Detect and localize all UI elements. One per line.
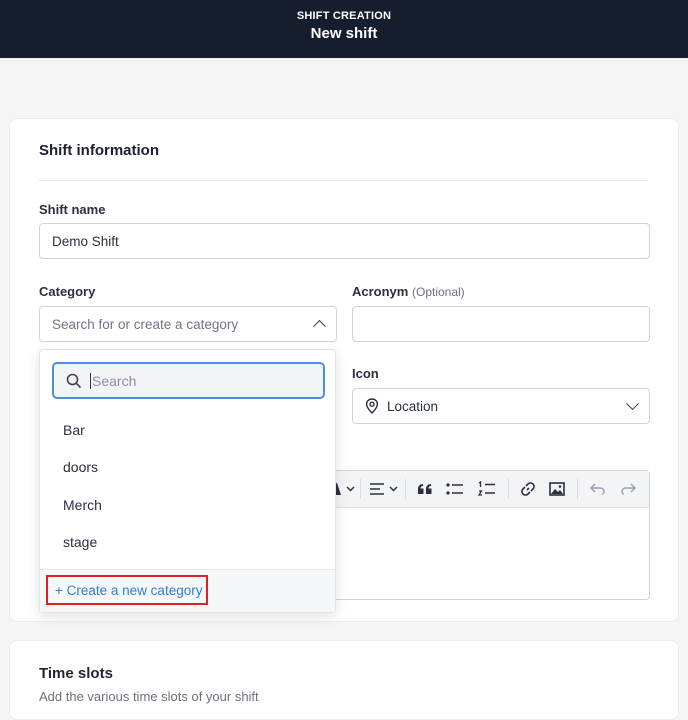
acronym-input[interactable] [352, 306, 650, 342]
time-slots-card: Time slots Add the various time slots of… [9, 640, 679, 720]
acronym-label: Acronym (Optional) [352, 284, 465, 299]
icon-select-value: Location [387, 398, 439, 414]
toolbar-separator [577, 479, 578, 499]
toolbar-separator [508, 479, 509, 499]
chevron-down-icon [626, 397, 639, 411]
chevron-up-icon [313, 319, 326, 333]
category-dropdown: Search Bar doors Merch stage + Create a … [39, 349, 336, 613]
redo-icon[interactable] [613, 477, 643, 501]
undo-icon[interactable] [583, 477, 613, 501]
create-category-button[interactable]: + Create a new category [46, 575, 208, 605]
location-pin-icon [365, 398, 379, 414]
quote-icon[interactable] [411, 477, 439, 501]
toolbar-separator [360, 479, 361, 499]
category-option-bar[interactable]: Bar [63, 422, 85, 438]
align-icon[interactable] [366, 477, 400, 501]
section-title: Shift information [39, 142, 159, 159]
category-label: Category [39, 284, 96, 299]
time-slots-title: Time slots [39, 665, 113, 682]
numbered-list-icon[interactable] [471, 477, 503, 501]
category-search-input[interactable]: Search [52, 362, 325, 399]
top-header: SHIFT CREATION New shift [0, 0, 688, 58]
category-select[interactable]: Search for or create a category [39, 306, 337, 342]
category-option-stage[interactable]: stage [63, 534, 97, 550]
category-placeholder: Search for or create a category [52, 316, 239, 332]
link-icon[interactable] [514, 477, 542, 501]
dropdown-footer: + Create a new category [40, 569, 335, 612]
shift-name-label: Shift name [39, 202, 106, 217]
section-divider [39, 180, 648, 181]
header-eyebrow: SHIFT CREATION [296, 10, 392, 22]
text-caret [90, 372, 91, 389]
description-editor[interactable] [328, 470, 650, 600]
acronym-label-text: Acronym [352, 284, 409, 299]
image-icon[interactable] [542, 477, 572, 501]
page-title: New shift [310, 25, 378, 42]
acronym-optional: (Optional) [411, 285, 465, 299]
category-option-merch[interactable]: Merch [63, 497, 102, 513]
toolbar-separator [405, 479, 406, 499]
editor-toolbar [329, 471, 649, 508]
search-placeholder: Search [92, 372, 137, 389]
time-slots-subtitle: Add the various time slots of your shift [39, 689, 259, 704]
shift-name-input[interactable]: Demo Shift [39, 223, 650, 259]
icon-select[interactable]: Location [352, 388, 650, 424]
search-icon [66, 373, 82, 388]
category-option-doors[interactable]: doors [63, 459, 98, 475]
bullet-list-icon[interactable] [439, 477, 471, 501]
icon-label: Icon [352, 366, 379, 381]
